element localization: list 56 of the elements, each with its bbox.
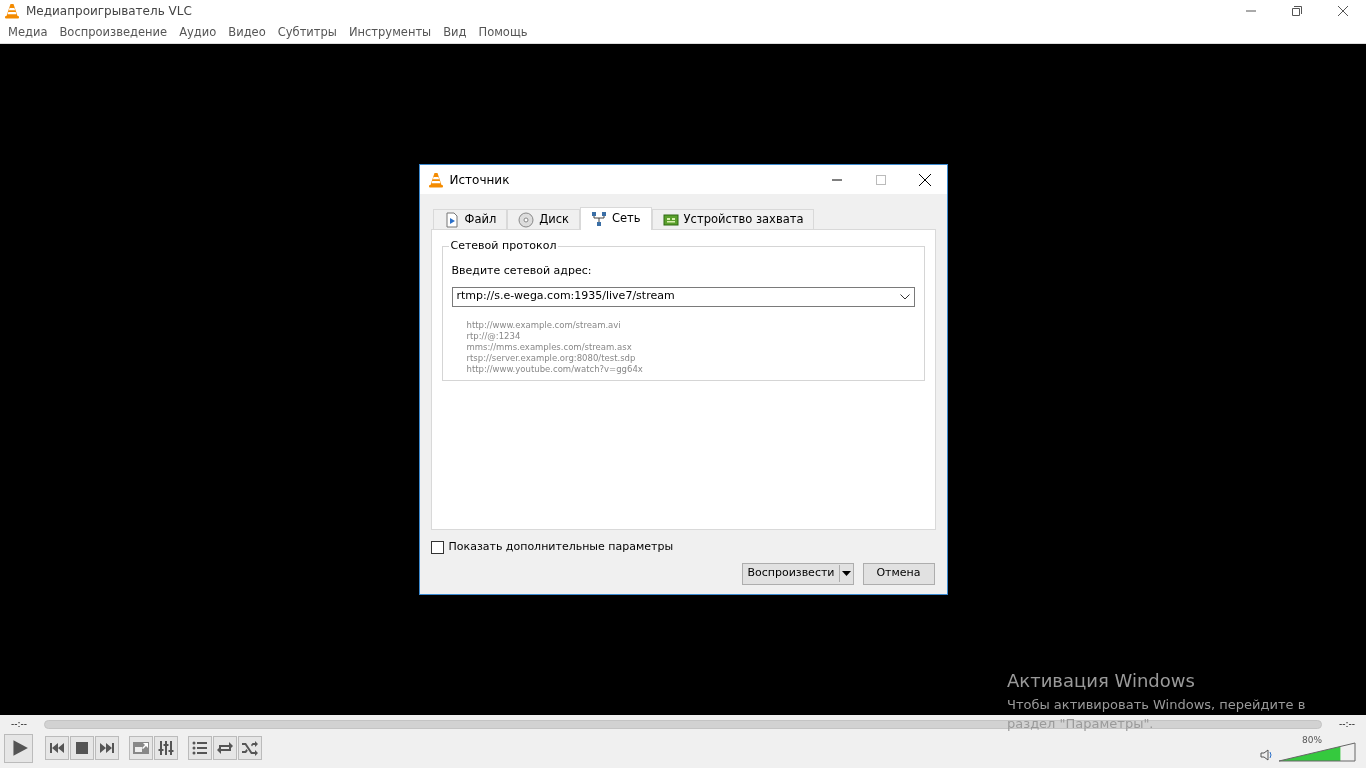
volume-reading: 80% bbox=[1302, 734, 1322, 747]
close-icon bbox=[918, 173, 931, 186]
cancel-button[interactable]: Отмена bbox=[862, 562, 935, 585]
menu-item[interactable]: Аудио bbox=[173, 23, 223, 42]
activation-text: Чтобы активировать Windows, перейдите в раздел "Параметры". bbox=[1007, 696, 1307, 733]
elapsed-time: --:-- bbox=[10, 717, 28, 731]
total-time: --:-- bbox=[1338, 717, 1356, 731]
menu-item[interactable]: Медиа bbox=[2, 23, 54, 42]
close-icon bbox=[1338, 6, 1348, 16]
example-url: rtsp://server.example.org:8080/test.sdp bbox=[466, 352, 637, 364]
address-label: Введите сетевой адрес: bbox=[451, 263, 593, 279]
capture-card-icon bbox=[662, 211, 679, 228]
vlc-logo-icon bbox=[4, 3, 20, 19]
menu-item[interactable]: Вид bbox=[437, 23, 473, 42]
volume-slider[interactable] bbox=[1278, 742, 1356, 762]
tab[interactable]: Устройство захвата bbox=[651, 209, 815, 229]
stop-icon bbox=[73, 739, 91, 757]
window-title: Медиапроигрыватель VLC bbox=[26, 3, 192, 20]
tab[interactable]: Файл bbox=[432, 209, 508, 229]
control-button[interactable] bbox=[238, 736, 262, 760]
activation-title: Активация Windows bbox=[1007, 669, 1196, 693]
menu-item[interactable]: Помощь bbox=[472, 23, 534, 42]
checkbox-label: Показать дополнительные параметры bbox=[448, 539, 674, 555]
control-button[interactable] bbox=[213, 736, 237, 760]
equalizer-icon bbox=[157, 739, 175, 757]
control-button[interactable] bbox=[129, 736, 153, 760]
playlist-icon bbox=[191, 739, 209, 757]
menu-item[interactable]: Воспроизведение bbox=[53, 23, 174, 42]
example-url: http://www.example.com/stream.avi bbox=[466, 319, 622, 331]
example-url: mms://mms.examples.com/stream.asx bbox=[466, 341, 633, 353]
example-url: http://www.youtube.com/watch?v=gg64x bbox=[466, 363, 644, 375]
control-button[interactable] bbox=[188, 736, 212, 760]
maximize-icon bbox=[875, 174, 886, 185]
network-icon bbox=[591, 211, 607, 227]
checkbox[interactable] bbox=[430, 540, 444, 554]
restore-icon bbox=[1292, 6, 1302, 16]
menu-item[interactable]: Субтитры bbox=[271, 23, 343, 42]
dialog-title: Источник bbox=[449, 171, 510, 189]
address-combo-box[interactable]: rtmp://s.e-wega.com:1935/live7/stream bbox=[451, 286, 915, 307]
control-button[interactable] bbox=[95, 736, 119, 760]
example-url: rtp://@:1234 bbox=[466, 330, 522, 342]
menu-item[interactable]: Видео bbox=[222, 23, 272, 42]
shuffle-icon bbox=[241, 739, 259, 757]
control-button[interactable] bbox=[4, 733, 33, 763]
menu-item[interactable]: Инструменты bbox=[342, 23, 438, 42]
speaker-icon bbox=[1260, 749, 1274, 761]
caret-icon bbox=[840, 570, 852, 577]
control-button[interactable] bbox=[45, 736, 69, 760]
control-button[interactable] bbox=[70, 736, 94, 760]
group-title: Сетевой протокол bbox=[448, 239, 559, 253]
tab[interactable]: Сеть bbox=[580, 207, 652, 230]
fullscreen-icon bbox=[132, 739, 150, 757]
control-button[interactable] bbox=[154, 736, 178, 760]
vlc-cone-icon bbox=[427, 171, 444, 188]
play-split-button[interactable]: Воспроизвести bbox=[742, 562, 854, 585]
tab[interactable]: Диск bbox=[507, 209, 580, 229]
